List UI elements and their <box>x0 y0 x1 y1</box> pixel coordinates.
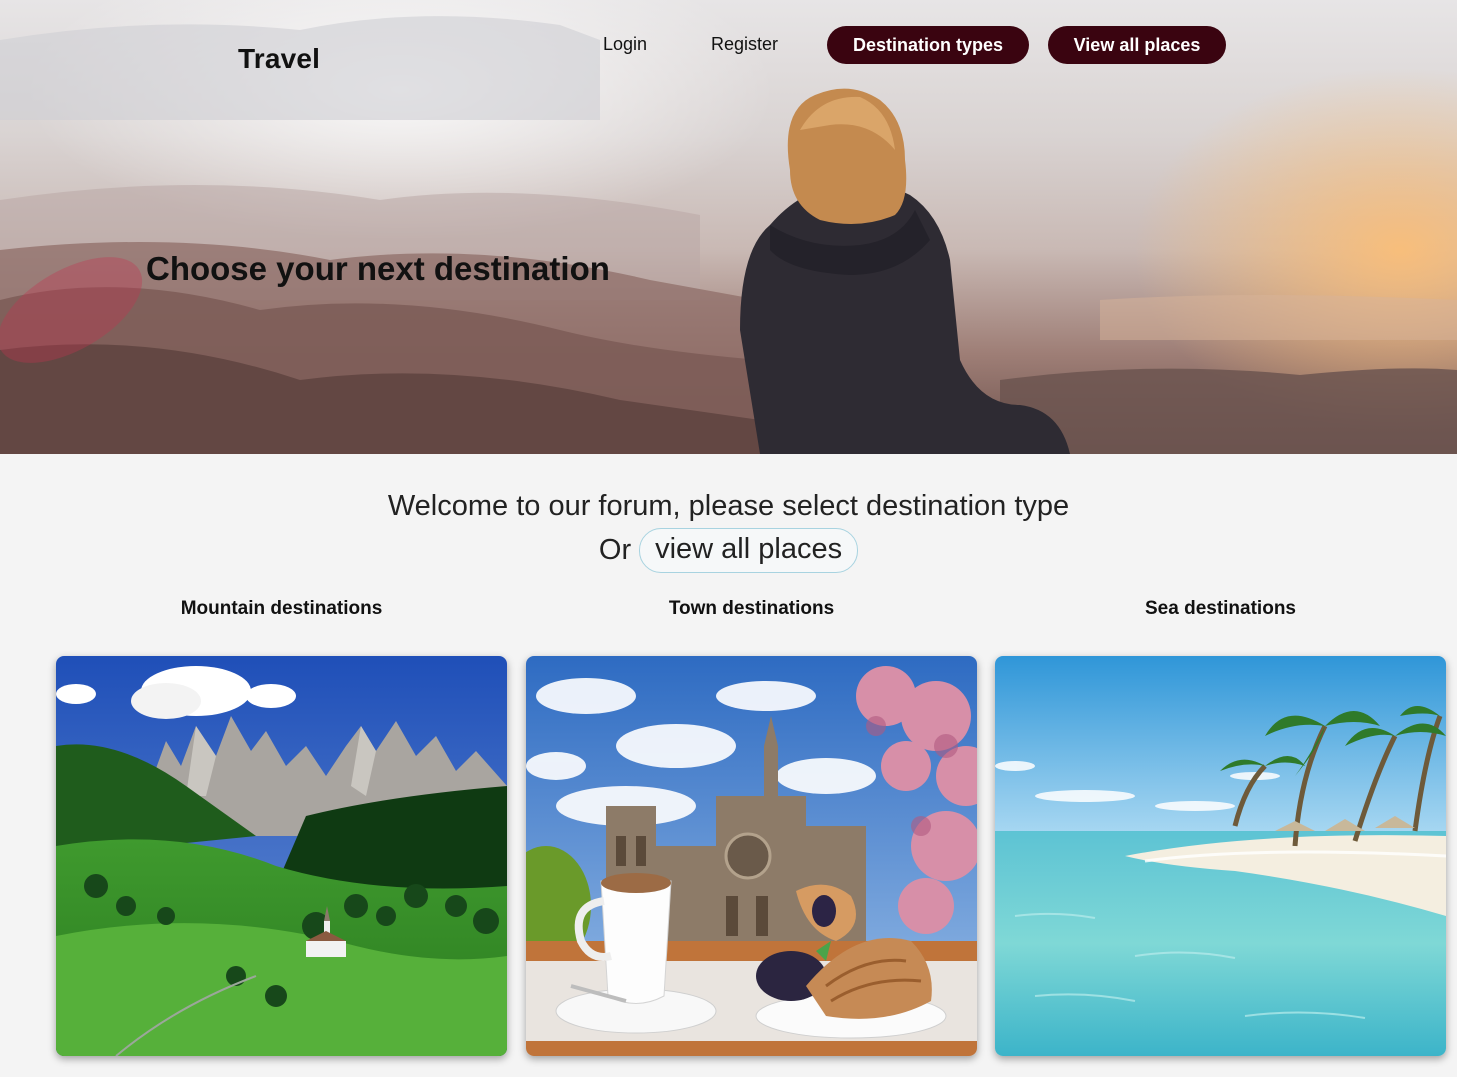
nav-login-link[interactable]: Login <box>603 34 647 55</box>
nav-view-all-places-button[interactable]: View all places <box>1048 26 1226 64</box>
view-all-places-link[interactable]: view all places <box>639 528 859 573</box>
hero-background-image <box>0 16 1457 454</box>
mountain-destinations-card[interactable] <box>56 656 507 1056</box>
nav-register-link[interactable]: Register <box>711 34 778 55</box>
welcome-message: Welcome to our forum, please select dest… <box>387 490 1070 522</box>
brand-logo[interactable]: Travel <box>238 43 320 75</box>
town-destinations-card[interactable] <box>526 656 977 1056</box>
sea-destinations-card[interactable] <box>995 656 1446 1056</box>
hero-heading: Choose your next destination <box>146 250 610 287</box>
category-title-sea[interactable]: Sea destinations <box>995 598 1446 620</box>
or-text: Or <box>598 534 632 566</box>
nav-destination-types-button[interactable]: Destination types <box>827 26 1029 64</box>
sea-beach-image <box>995 656 1446 1056</box>
hero-banner: Travel Login Register Destination types … <box>0 0 1457 454</box>
category-title-mountain[interactable]: Mountain destinations <box>56 598 507 620</box>
or-line: Or view all places <box>0 528 1457 573</box>
category-title-town[interactable]: Town destinations <box>526 598 977 620</box>
town-cafe-cathedral-image <box>526 656 977 1056</box>
mountain-landscape-image <box>56 656 507 1056</box>
